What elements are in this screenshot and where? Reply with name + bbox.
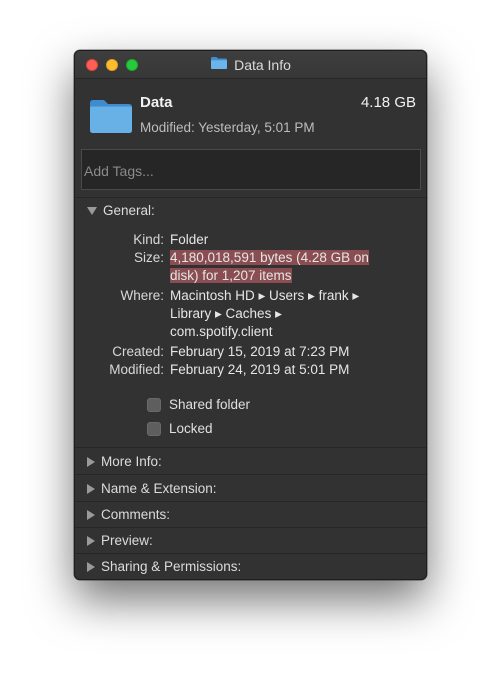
large-folder-icon: [89, 98, 133, 139]
divider: [75, 474, 426, 475]
shared-folder-label: Shared folder: [169, 397, 251, 412]
section-name-extension[interactable]: Name & Extension:: [87, 481, 217, 496]
divider: [75, 553, 426, 554]
disclosure-down-icon[interactable]: [87, 206, 97, 215]
size-value[interactable]: 4,180,018,591 bytes (4.28 GB on disk) fo…: [170, 249, 410, 285]
disclosure-right-icon[interactable]: [87, 509, 95, 520]
where-line3: com.spotify.client: [170, 324, 273, 339]
folder-icon: [210, 56, 228, 75]
divider: [75, 501, 426, 502]
section-more-info-label: More Info:: [101, 454, 162, 469]
checkbox-box[interactable]: [147, 397, 161, 412]
section-preview[interactable]: Preview:: [87, 533, 153, 548]
where-line1: Macintosh HD ▸ Users ▸ frank ▸: [170, 288, 360, 303]
divider: [75, 197, 426, 198]
kind-label: Kind:: [133, 232, 164, 247]
item-name: Data: [140, 94, 173, 111]
section-sharing-permissions[interactable]: Sharing & Permissions:: [87, 559, 241, 574]
info-header: Data 4.18 GB Modified: Yesterday, 5:01 P…: [75, 79, 426, 147]
where-line2: Library ▸ Caches ▸: [170, 306, 282, 321]
modified-value: February 24, 2019 at 5:01 PM: [170, 362, 350, 377]
window-title: Data Info: [75, 51, 426, 79]
kind-value: Folder: [170, 232, 209, 247]
item-size: 4.18 GB: [360, 94, 416, 111]
disclosure-right-icon[interactable]: [87, 561, 95, 572]
section-comments-label: Comments:: [101, 507, 171, 522]
disclosure-right-icon[interactable]: [87, 456, 95, 467]
item-modified: Modified: Yesterday, 5:01 PM: [140, 120, 315, 135]
section-general-label: General:: [103, 203, 155, 218]
created-value: February 15, 2019 at 7:23 PM: [170, 344, 350, 359]
created-label: Created:: [112, 344, 164, 359]
size-label: Size:: [133, 250, 164, 265]
section-more-info[interactable]: More Info:: [87, 454, 162, 469]
locked-label: Locked: [169, 421, 213, 436]
title-bar[interactable]: Data Info: [75, 51, 426, 79]
section-sharing-label: Sharing & Permissions:: [101, 559, 242, 574]
section-preview-label: Preview:: [101, 533, 153, 548]
shared-folder-checkbox[interactable]: Shared folder: [147, 397, 250, 412]
add-tags-field[interactable]: [81, 149, 421, 190]
modified-label: Modified:: [109, 362, 164, 377]
section-comments[interactable]: Comments:: [87, 507, 170, 522]
info-window: Data Info Data 4.18 GB Modified: Yesterd…: [74, 50, 427, 580]
window-title-text: Data Info: [234, 57, 291, 73]
size-value-line2: disk) for 1,207 items: [170, 268, 292, 283]
section-general[interactable]: General:: [87, 203, 155, 218]
divider: [75, 527, 426, 528]
where-value: Macintosh HD ▸ Users ▸ frank ▸ Library ▸…: [170, 287, 410, 341]
locked-checkbox[interactable]: Locked: [147, 421, 213, 436]
section-name-extension-label: Name & Extension:: [101, 481, 217, 496]
size-value-line1: 4,180,018,591 bytes (4.28 GB on: [170, 250, 369, 265]
disclosure-right-icon[interactable]: [87, 535, 95, 546]
disclosure-right-icon[interactable]: [87, 483, 95, 494]
checkbox-box[interactable]: [147, 421, 161, 436]
divider: [75, 447, 426, 448]
where-label: Where:: [120, 288, 164, 303]
